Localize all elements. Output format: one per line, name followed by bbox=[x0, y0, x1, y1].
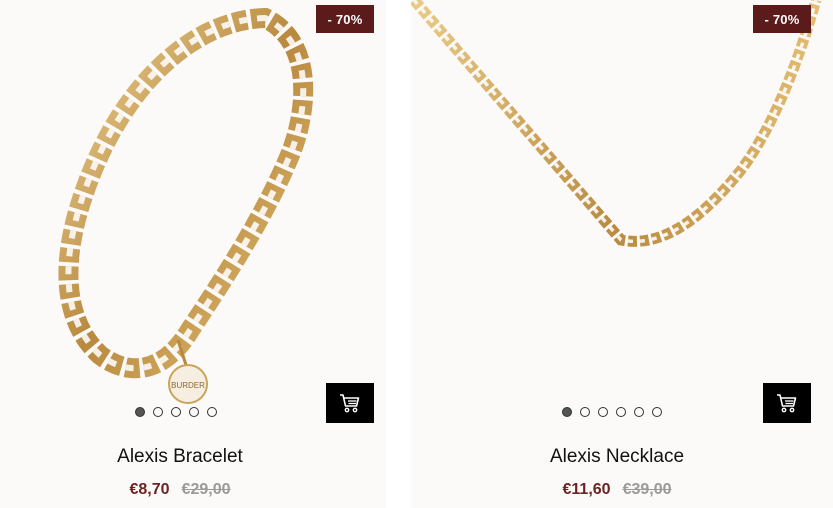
original-price: €29,00 bbox=[181, 481, 231, 498]
carousel-dot[interactable] bbox=[634, 407, 644, 417]
carousel-dot[interactable] bbox=[616, 407, 626, 417]
sale-price: €8,70 bbox=[129, 481, 170, 498]
carousel-dot[interactable] bbox=[598, 407, 608, 417]
shopping-cart-icon bbox=[777, 394, 797, 413]
carousel-dot[interactable] bbox=[135, 407, 145, 417]
carousel-dot[interactable] bbox=[580, 407, 590, 417]
carousel-dot[interactable] bbox=[207, 407, 217, 417]
discount-badge: - 70% bbox=[753, 5, 811, 33]
discount-badge: - 70% bbox=[316, 5, 374, 33]
product-name[interactable]: Alexis Bracelet bbox=[0, 446, 373, 468]
shopping-cart-icon bbox=[340, 394, 360, 413]
carousel-dots[interactable] bbox=[562, 407, 662, 417]
product-image[interactable]: BURDER bbox=[0, 0, 386, 440]
carousel-dot[interactable] bbox=[562, 407, 572, 417]
carousel-dots[interactable] bbox=[135, 407, 217, 417]
carousel-dot[interactable] bbox=[189, 407, 199, 417]
carousel-dot[interactable] bbox=[652, 407, 662, 417]
sale-price: €11,60 bbox=[562, 481, 611, 498]
product-card[interactable]: BURDER - 70% Alexis Bracelet €8,70 €29,0… bbox=[0, 0, 386, 508]
price-row: €11,60 €39,00 bbox=[406, 481, 828, 499]
product-card[interactable]: - 70% Alexis Necklace €11,60 €39,00 bbox=[411, 0, 833, 508]
add-to-cart-button[interactable] bbox=[326, 383, 374, 423]
gold-bracelet-image: BURDER bbox=[58, 7, 314, 404]
original-price: €39,00 bbox=[622, 481, 672, 498]
carousel-dot[interactable] bbox=[153, 407, 163, 417]
gold-necklace-image bbox=[411, 0, 822, 247]
price-row: €8,70 €29,00 bbox=[0, 481, 373, 499]
charm-engraving: BURDER bbox=[171, 381, 205, 390]
product-name[interactable]: Alexis Necklace bbox=[406, 446, 828, 468]
add-to-cart-button[interactable] bbox=[763, 383, 811, 423]
carousel-dot[interactable] bbox=[171, 407, 181, 417]
product-image[interactable] bbox=[411, 0, 833, 440]
